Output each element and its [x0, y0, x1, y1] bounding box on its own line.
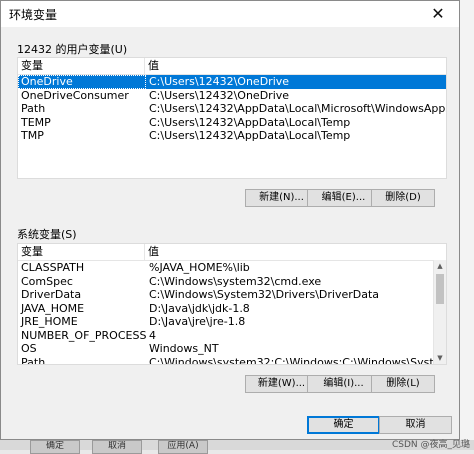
variable-value-cell: C:\Users\12432\AppData\Local\Microsoft\W…: [149, 102, 446, 115]
ok-button[interactable]: 确定: [307, 416, 380, 434]
variable-name-cell: JRE_HOME: [21, 315, 78, 328]
system-variables-list[interactable]: 变量 值 CLASSPATH %JAVA_HOME%\lib ComSpec C:\W…: [17, 243, 447, 365]
variable-value-cell: C:\Windows\system32;C:\Windows;C:\Window…: [149, 355, 446, 365]
user-variables-list[interactable]: 变量 值 OneDrive C:\Users\12432\OneDrive OneD…: [17, 57, 447, 179]
background-window-edge: [460, 0, 474, 450]
variable-name-cell: DriverData: [21, 288, 82, 301]
background-ok-button: 确定: [30, 440, 80, 454]
scrollbar-thumb[interactable]: [436, 274, 444, 304]
column-header-value[interactable]: 值: [145, 244, 159, 260]
user-list-header: 变量 值: [18, 58, 446, 75]
variable-value-cell: C:\Users\12432\OneDrive: [149, 75, 290, 88]
variable-name-cell: TEMP: [21, 115, 51, 129]
vertical-scrollbar[interactable]: ▲ ▼: [433, 260, 446, 364]
variable-value-cell: C:\Users\12432\AppData\Local\Temp: [149, 129, 351, 142]
table-row[interactable]: CLASSPATH %JAVA_HOME%\lib: [18, 261, 446, 275]
variable-name-cell: Path: [21, 355, 46, 365]
variable-name-cell: OneDriveConsumer: [21, 88, 129, 102]
table-row[interactable]: DriverData C:\Windows\System32\Drivers\Dr…: [18, 288, 446, 302]
variable-value-cell: 4: [149, 328, 156, 342]
table-row[interactable]: TMP C:\Users\12432\AppData\Local\Temp: [18, 129, 446, 143]
table-row[interactable]: OS Windows_NT: [18, 342, 446, 356]
column-header-value[interactable]: 值: [145, 58, 159, 74]
user-edit-button[interactable]: 编辑(E)...: [307, 189, 380, 207]
user-variables-label: 12432 的用户变量(U): [17, 43, 128, 56]
variable-name-cell: OneDrive: [18, 75, 146, 89]
table-row[interactable]: OneDrive C:\Users\12432\OneDrive: [18, 75, 446, 89]
variable-name-cell: NUMBER_OF_PROCESSORS: [21, 328, 146, 342]
table-row[interactable]: NUMBER_OF_PROCESSORS4: [18, 329, 446, 343]
variable-name-cell: JAVA_HOME: [21, 301, 85, 315]
variable-name-cell: Path: [21, 102, 46, 115]
column-header-variable[interactable]: 变量: [18, 244, 145, 260]
variable-value-cell: C:\Windows\System32\Drivers\DriverData: [149, 288, 380, 301]
dialog-title: 环境变量: [9, 7, 58, 22]
scroll-down-icon[interactable]: ▼: [434, 352, 446, 364]
table-row[interactable]: TEMP C:\Users\12432\AppData\Local\Temp: [18, 116, 446, 130]
close-icon[interactable]: ✕: [417, 1, 459, 27]
system-delete-button[interactable]: 删除(L): [371, 375, 435, 393]
table-row[interactable]: JAVA_HOME D:\Java\jdk\jdk-1.8: [18, 302, 446, 316]
variable-value-cell: C:\Users\12432\AppData\Local\Temp: [149, 115, 351, 129]
table-row[interactable]: ComSpec C:\Windows\system32\cmd.exe: [18, 275, 446, 289]
title-bar: 环境变量 ✕: [1, 1, 459, 27]
variable-name-cell: CLASSPATH: [21, 261, 85, 274]
background-cancel-button: 取消: [92, 440, 142, 454]
variable-value-cell: D:\Java\jre\jre-1.8: [149, 315, 246, 328]
table-row[interactable]: Path C:\Users\12432\AppData\Local\Microso…: [18, 102, 446, 116]
table-row[interactable]: Path C:\Windows\system32;C:\Windows;C:\Wi…: [18, 355, 446, 365]
variable-value-cell: D:\Java\jdk\jdk-1.8: [149, 301, 250, 315]
table-row[interactable]: OneDriveConsumer C:\Users\12432\OneDrive: [18, 89, 446, 103]
variable-value-cell: C:\Windows\system32\cmd.exe: [149, 274, 322, 288]
system-variables-label: 系统变量(S): [17, 228, 77, 241]
watermark: CSDN @夜高_见璐: [392, 440, 471, 450]
background-apply-button: 应用(A): [158, 440, 208, 454]
table-row[interactable]: JRE_HOME D:\Java\jre\jre-1.8: [18, 315, 446, 329]
user-delete-button[interactable]: 删除(D): [371, 189, 435, 207]
column-header-variable[interactable]: 变量: [18, 58, 145, 74]
variable-value-cell: C:\Users\12432\OneDrive: [149, 88, 290, 102]
system-list-header: 变量 值: [18, 244, 446, 261]
variable-value-cell: %JAVA_HOME%\lib: [149, 261, 250, 274]
variable-name-cell: OS: [21, 342, 37, 355]
variable-value-cell: Windows_NT: [149, 342, 219, 355]
variable-name-cell: ComSpec: [21, 274, 73, 288]
environment-variables-dialog: 环境变量 ✕ 12432 的用户变量(U) 变量 值 OneDrive C:\Us…: [0, 0, 460, 440]
system-edit-button[interactable]: 编辑(I)...: [307, 375, 380, 393]
scroll-up-icon[interactable]: ▲: [434, 260, 446, 272]
variable-name-cell: TMP: [21, 129, 44, 142]
cancel-button[interactable]: 取消: [379, 416, 452, 434]
